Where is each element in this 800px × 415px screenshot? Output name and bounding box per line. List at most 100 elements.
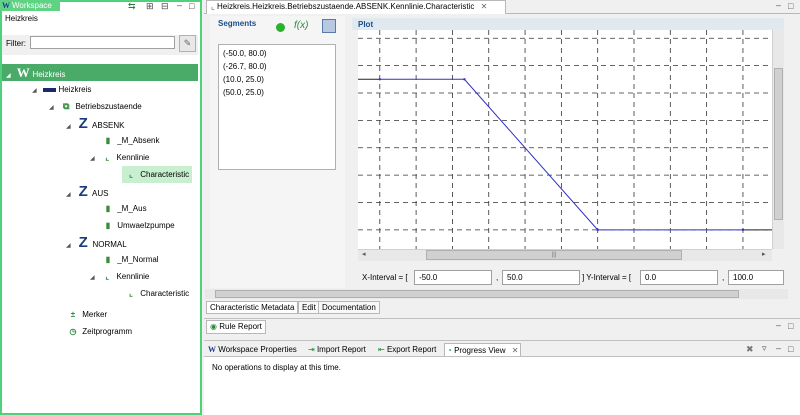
characteristic-point xyxy=(378,78,381,81)
tab-label: Import Report xyxy=(316,345,366,354)
plot-canvas[interactable] xyxy=(358,30,772,249)
tree-node-m-absenk[interactable]: ▮ _M_Absenk xyxy=(101,132,160,149)
tab-workspace-properties[interactable]: W Workspace Properties xyxy=(206,343,299,356)
rule-report-label: Rule Report xyxy=(219,322,262,331)
tab-rule-report[interactable]: ◉ Rule Report xyxy=(206,320,266,334)
tree-node-characteristic-selected[interactable]: ⌞ Characteristic xyxy=(122,166,192,183)
component-icon xyxy=(42,81,56,98)
workspace-header: Heizkreis xyxy=(2,12,198,26)
separator: , xyxy=(722,273,725,282)
tree-node-kennlinie-normal[interactable]: ◢ ⌞ Kennlinie xyxy=(90,268,149,285)
maximize-icon[interactable]: □ xyxy=(788,1,793,11)
segment-item[interactable]: (50.0, 25.0) xyxy=(223,88,264,97)
function-button[interactable]: f(x) xyxy=(294,20,308,31)
tree-node-kennlinie[interactable]: ◢ ⌞ Kennlinie xyxy=(90,149,149,166)
sync-icon[interactable]: ⇆ xyxy=(128,1,136,11)
editor-horizontal-scroll-thumb[interactable] xyxy=(215,290,739,298)
tab-label: Progress View xyxy=(454,346,506,355)
segment-item[interactable]: (10.0, 25.0) xyxy=(223,75,264,84)
tab-characteristic-editor[interactable]: ⌞ Heizkreis.Heizkreis.Betriebszustaende.… xyxy=(206,0,506,14)
segments-list[interactable]: (-50.0, 80.0) (-26.7, 80.0) (10.0, 25.0)… xyxy=(218,44,336,170)
clock-icon: ◷ xyxy=(69,327,77,336)
tab-import-report[interactable]: ⇥ Import Report xyxy=(306,343,368,356)
tree-node-m-aus[interactable]: ▮ _M_Aus xyxy=(101,200,147,217)
collapse-arrow-icon[interactable]: ◢ xyxy=(66,238,74,255)
scroll-right-icon[interactable]: ▸ xyxy=(762,250,766,258)
tree-node-label: Betriebszustaende xyxy=(75,102,142,111)
maximize-icon[interactable]: □ xyxy=(788,344,793,354)
tree-node-aus[interactable]: ◢ Z AUS xyxy=(66,183,108,200)
workspace-tree: ◢ W Heizkreis ◢ Heizkreis ◢ ⧉ Betriebszu… xyxy=(2,58,198,412)
tree-node-label: Zeitprogramm xyxy=(82,327,133,336)
tree-node-label: NORMAL xyxy=(92,240,127,249)
collapse-arrow-icon[interactable]: ◢ xyxy=(49,100,57,117)
y-interval-label: ] Y-Interval = [ xyxy=(582,273,632,282)
x-interval-min-field[interactable]: -50.0 xyxy=(414,270,492,285)
close-icon[interactable]: ✕ xyxy=(481,2,488,11)
y-interval-max-field[interactable]: 100.0 xyxy=(728,270,784,285)
tree-node-zeitprogramm[interactable]: ◷ Zeitprogramm xyxy=(66,323,133,340)
signal-icon: ▮ xyxy=(105,221,111,230)
workspace-tab-label: Workspace xyxy=(12,1,52,10)
chart-icon: ⌞ xyxy=(105,272,110,281)
tree-node-heizkreis[interactable]: ◢ Heizkreis xyxy=(32,81,91,98)
plot-vertical-scroll-thumb[interactable] xyxy=(774,68,783,220)
tree-node-label: Characteristic xyxy=(140,289,190,298)
save-icon[interactable] xyxy=(322,19,336,33)
tree-node-m-normal[interactable]: ▮ _M_Normal xyxy=(101,251,159,268)
tree-node-normal[interactable]: ◢ Z NORMAL xyxy=(66,234,127,251)
collapse-arrow-icon[interactable]: ◢ xyxy=(66,187,74,204)
close-icon[interactable]: ✕ xyxy=(512,346,519,355)
tab-documentation[interactable]: Documentation xyxy=(318,301,380,314)
tab-progress-view[interactable]: ◔ Progress View ✕ xyxy=(444,343,522,356)
tree-node-label: ABSENK xyxy=(92,121,125,130)
segment-item[interactable]: (-50.0, 80.0) xyxy=(223,49,267,58)
tab-label: Export Report xyxy=(386,345,437,354)
collapse-arrow-icon[interactable]: ◢ xyxy=(90,151,98,168)
scroll-left-icon[interactable]: ◂ xyxy=(362,250,366,258)
states-icon: ⧉ xyxy=(63,101,70,111)
tree-node-absenk[interactable]: ◢ Z ABSENK xyxy=(66,115,124,132)
minimize-icon[interactable]: – xyxy=(776,0,781,10)
minimize-icon[interactable]: – xyxy=(776,320,781,330)
tree-node-label: AUS xyxy=(92,189,109,198)
editor-tab-title: Heizkreis.Heizkreis.Betriebszustaende.AB… xyxy=(216,2,475,11)
segments-label: Segments xyxy=(218,19,257,28)
clear-filter-button[interactable]: ✎ xyxy=(179,35,196,52)
add-point-icon[interactable] xyxy=(276,23,285,32)
characteristic-point xyxy=(463,78,466,81)
tab-export-report[interactable]: ⇤ Export Report xyxy=(376,343,438,356)
import-icon: ⇥ xyxy=(308,345,315,354)
rule-report-bar xyxy=(204,318,800,336)
filter-input[interactable] xyxy=(30,36,175,49)
collapse-arrow-icon[interactable]: ◢ xyxy=(32,83,40,100)
minimize-icon[interactable]: – xyxy=(776,343,781,353)
y-interval-min-field[interactable]: 0.0 xyxy=(640,270,718,285)
tab-edit[interactable]: Edit xyxy=(298,301,320,314)
tree-node-label: Merker xyxy=(82,310,108,319)
tree-node-umwaelzpumpe[interactable]: ▮ Umwaelzpumpe xyxy=(101,217,175,234)
maximize-icon[interactable]: □ xyxy=(788,321,793,331)
tab-characteristic-metadata[interactable]: Characteristic Metadata xyxy=(206,301,299,314)
plot-horizontal-scroll-thumb[interactable]: ||| xyxy=(426,250,682,260)
view-menu-icon[interactable]: ▿ xyxy=(762,343,767,353)
collapse-all-icon[interactable]: ⊟ xyxy=(161,1,169,11)
tree-node-characteristic[interactable]: ⌞ Characteristic xyxy=(124,285,189,302)
tree-node-merker[interactable]: ± Merker xyxy=(66,306,107,323)
collapse-arrow-icon[interactable]: ◢ xyxy=(6,68,14,85)
minimize-icon[interactable]: – xyxy=(177,0,182,10)
plot-label: Plot xyxy=(358,20,374,29)
progress-message: No operations to display at this time. xyxy=(212,363,341,372)
segment-item[interactable]: (-26.7, 80.0) xyxy=(223,62,267,71)
expand-all-icon[interactable]: ⊞ xyxy=(146,1,154,11)
rule-report-icon: ◉ xyxy=(210,322,217,331)
remove-all-icon[interactable]: ✖ xyxy=(746,344,754,354)
maximize-icon[interactable]: □ xyxy=(189,1,194,11)
x-interval-max-field[interactable]: 50.0 xyxy=(502,270,580,285)
tab-workspace[interactable]: W Workspace xyxy=(0,0,60,11)
collapse-arrow-icon[interactable]: ◢ xyxy=(66,119,74,136)
tree-node-betriebszustaende[interactable]: ◢ ⧉ Betriebszustaende xyxy=(49,98,142,115)
tree-node-root[interactable]: ◢ W Heizkreis xyxy=(2,64,198,81)
separator: , xyxy=(496,273,499,282)
collapse-arrow-icon[interactable]: ◢ xyxy=(90,270,98,287)
